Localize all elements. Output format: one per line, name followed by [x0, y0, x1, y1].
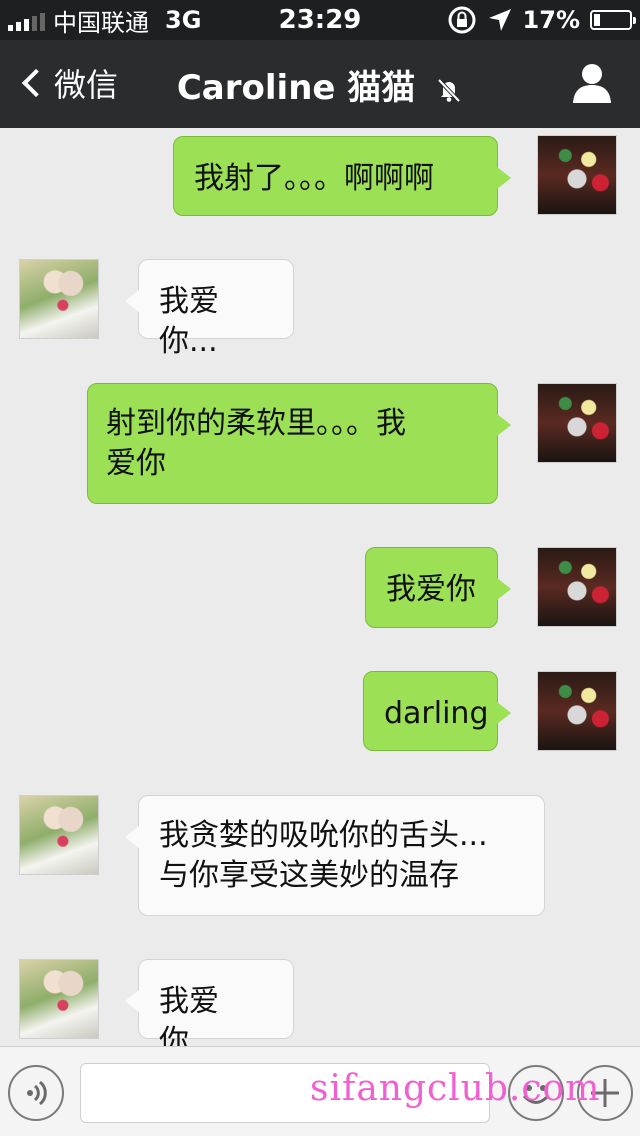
nav-bar: 微信 Caroline 猫猫: [0, 40, 640, 128]
contact-name: Caroline 猫猫: [176, 68, 416, 108]
status-bar: 中国联通 3G 23:29 17%: [0, 0, 640, 40]
message-text: darling: [384, 696, 489, 731]
battery-icon: [590, 10, 636, 30]
message-bubble-received[interactable]: 我贪婪的吸吮你的舌头... 与你享受这美妙的温存: [125, 795, 545, 916]
message-bubble-sent[interactable]: 我爱你: [365, 547, 511, 628]
message-bubble-sent[interactable]: 射到你的柔软里。。。我 爱你: [87, 383, 511, 504]
message-text-line: 我贪婪的吸吮你的舌头...: [159, 818, 488, 853]
status-right: 17%: [447, 0, 636, 40]
avatar-contact[interactable]: [19, 795, 99, 875]
message-text: 我爱你: [386, 572, 476, 607]
watermark: sifangclub.com: [310, 1068, 601, 1109]
message-bubble-sent[interactable]: darling: [363, 671, 511, 751]
message-text: 我射了。。。啊啊啊: [194, 161, 434, 196]
avatar-contact[interactable]: [19, 959, 99, 1039]
message-bubble-sent[interactable]: 我射了。。。啊啊啊: [173, 136, 511, 216]
avatar-me[interactable]: [537, 671, 617, 751]
profile-icon[interactable]: [572, 62, 612, 104]
avatar-me[interactable]: [537, 547, 617, 627]
chat-title: Caroline 猫猫: [0, 60, 640, 109]
avatar-me[interactable]: [537, 383, 617, 463]
avatar-contact[interactable]: [19, 259, 99, 339]
battery-percent: 17%: [522, 6, 580, 34]
rotation-lock-icon: [448, 6, 476, 34]
message-text: 我爱你...: [159, 284, 219, 359]
message-bubble-received[interactable]: 我爱你...: [125, 259, 294, 359]
message-text-line: 射到你的柔软里。。。我: [106, 406, 406, 441]
avatar-me[interactable]: [537, 135, 617, 215]
location-icon: [488, 9, 511, 31]
message-text: 我爱你...: [159, 984, 219, 1046]
voice-icon: [27, 1080, 47, 1106]
message-bubble-received[interactable]: 我爱你...: [125, 959, 294, 1046]
message-text-line: 与你享受这美妙的温存: [159, 858, 459, 893]
mute-bell-icon: [437, 78, 461, 102]
voice-button[interactable]: [8, 1065, 64, 1121]
message-text-line: 爱你: [106, 446, 166, 481]
chat-area[interactable]: 我射了。。。啊啊啊 我爱你... 射到你的柔软里。。。我 爱你 我爱你 darl…: [0, 128, 640, 1046]
